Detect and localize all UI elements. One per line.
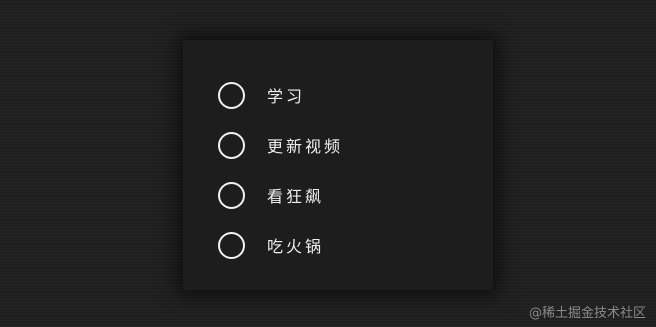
circle-checkbox-icon[interactable] [218, 131, 245, 159]
todo-label: 看狂飙 [267, 187, 325, 206]
todo-label: 更新视频 [267, 137, 344, 156]
circle-checkbox-icon[interactable] [218, 81, 245, 109]
todo-item-hotpot[interactable]: 吃火锅 [218, 228, 343, 262]
todo-item-update-video[interactable]: 更新视频 [218, 128, 343, 162]
todo-item-watch-show[interactable]: 看狂飙 [218, 178, 343, 212]
watermark: @稀土掘金技术社区 [528, 306, 646, 321]
circle-checkbox-icon[interactable] [218, 231, 245, 259]
todo-label: 吃火锅 [267, 237, 325, 256]
circle-checkbox-icon[interactable] [218, 181, 245, 209]
todo-item-study[interactable]: 学习 [218, 78, 343, 112]
todo-list: 学习 更新视频 看狂飙 吃火锅 [218, 78, 343, 262]
todo-card: 学习 更新视频 看狂飙 吃火锅 [183, 40, 493, 290]
todo-label: 学习 [267, 87, 306, 106]
